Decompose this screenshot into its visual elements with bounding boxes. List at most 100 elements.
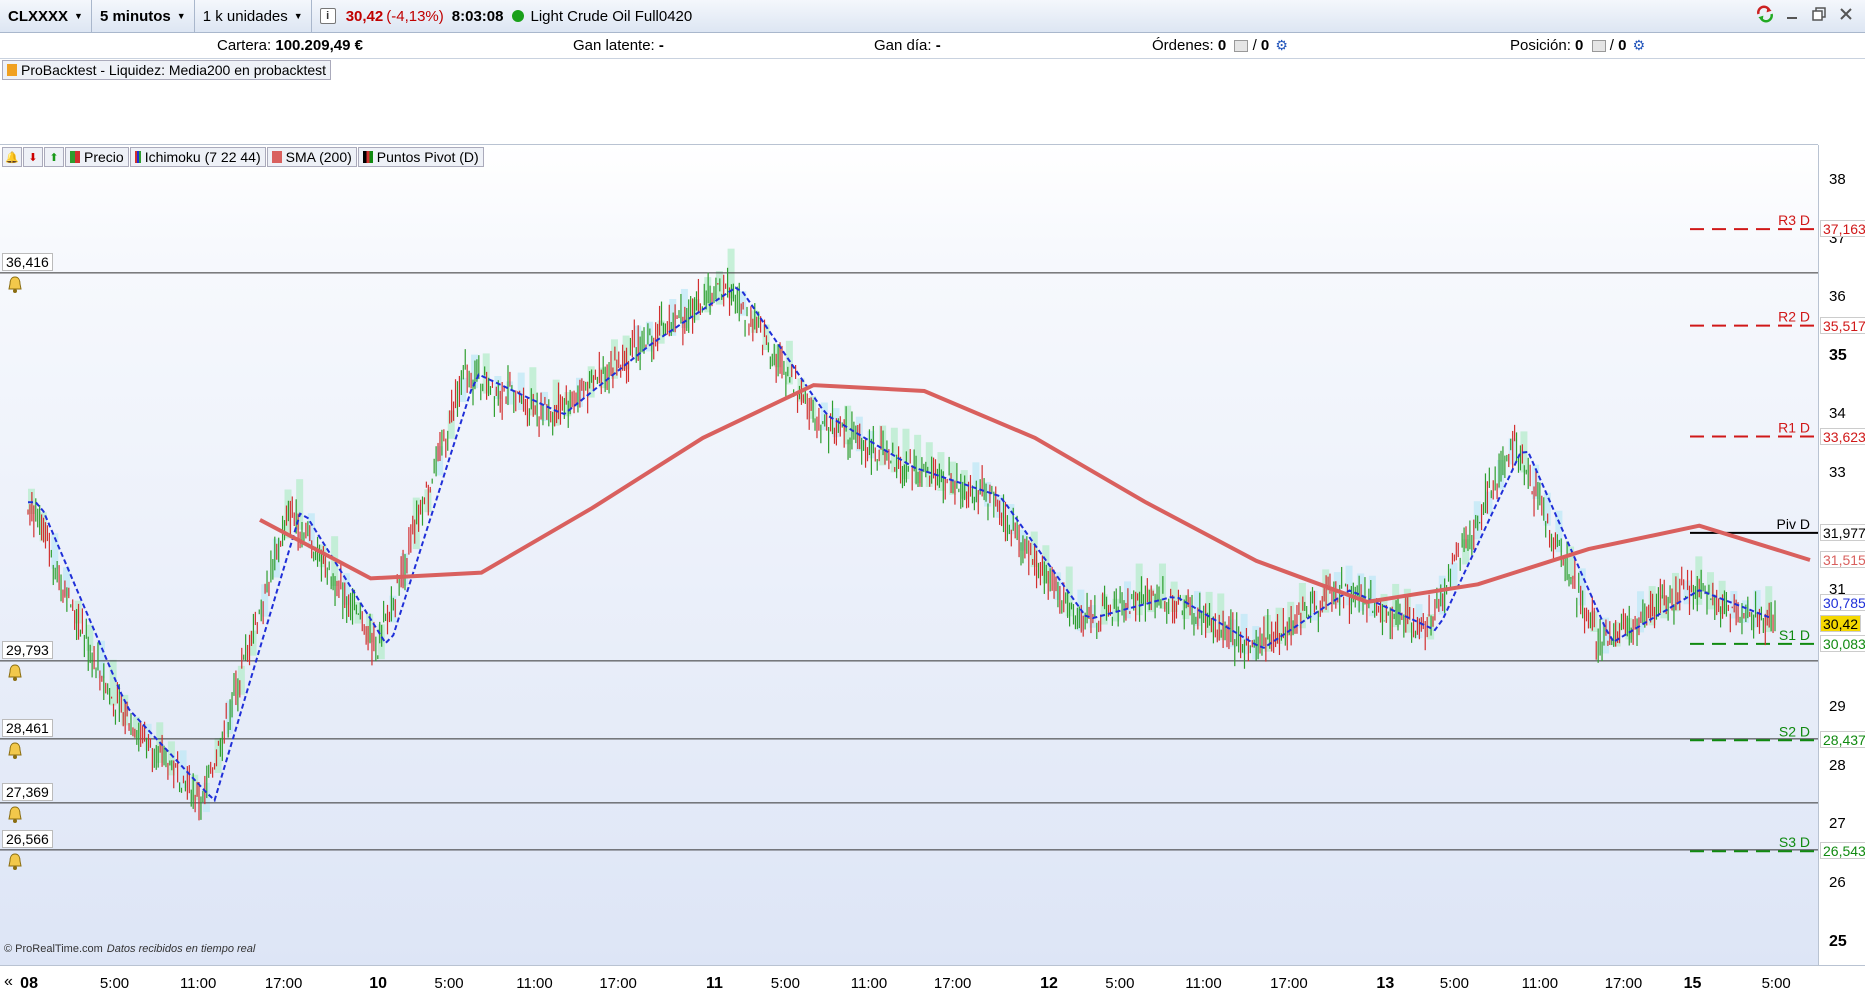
price-chart[interactable]: R3 D R2 D R1 D Piv D S1 D S2 D S3 D (0, 145, 1818, 965)
cartera: Cartera: 100.209,49 € (217, 37, 363, 54)
tenkan-value-box: 30,785 (1820, 593, 1865, 611)
time-tick-label: 5:00 (770, 975, 800, 992)
quote-info: i 30,42 (-4,13%) 8:03:08 Light Crude Oil… (312, 0, 701, 33)
bell-icon[interactable] (5, 852, 25, 872)
chevron-down-icon: ▼ (293, 11, 303, 21)
price-tick-label: 27 (1829, 815, 1846, 833)
posicion-label: Posición: (1510, 37, 1571, 54)
pivot-name-label: R2 D (1778, 309, 1810, 325)
pivot-name-label: Piv D (1777, 516, 1810, 532)
pivot-name-label: S3 D (1779, 834, 1810, 850)
orders-list-icon[interactable] (1234, 40, 1249, 53)
symbol-selector[interactable]: CLXXXX ▼ (0, 0, 92, 33)
close-icon[interactable] (1837, 4, 1855, 24)
pivot-value-box: 28,437 (1820, 731, 1865, 749)
time-tick-label: 17:00 (1604, 975, 1643, 992)
price-tick-label: 35 (1829, 346, 1847, 364)
cloud-segment (1567, 546, 1575, 579)
data-source-note: © ProRealTime.com Datos recibidos en tiem… (4, 943, 255, 955)
cloud-segment (237, 665, 245, 695)
chevron-down-icon: ▼ (74, 11, 83, 21)
gear-icon[interactable]: ⚙ (1633, 37, 1646, 53)
ordenes-label: Órdenes: (1152, 37, 1214, 54)
bell-icon[interactable] (5, 275, 25, 295)
sma-swatch-icon (271, 151, 282, 163)
time-tick-label: 17:00 (599, 975, 637, 992)
price-tick-label: 34 (1829, 405, 1846, 423)
price-tick-label: 28 (1829, 756, 1846, 774)
legend-sma-label: SMA (200) (285, 149, 352, 165)
time-tick-label: 17:00 (933, 975, 972, 992)
pivot-name-label: R3 D (1778, 212, 1810, 228)
brand-label: © ProRealTime.com (4, 943, 103, 955)
chart-legend: 🔔 ⬇ ⬆ Precio Ichimoku (7 22 44) SMA (200… (2, 147, 485, 167)
account-bar: Cartera: 100.209,49 € Gan latente: - Gan… (0, 33, 1865, 59)
pivot-value-box: 35,517 (1820, 316, 1865, 334)
arrow-down-icon[interactable]: ⬇ (23, 147, 43, 167)
timeframe-selector[interactable]: 5 minutos ▼ (92, 0, 195, 33)
time-tick-label: 08 (20, 975, 38, 992)
alert-value-label: 27,369 (2, 782, 53, 801)
ichimoku-swatch-icon (134, 151, 141, 163)
price-tick-label: 33 (1829, 464, 1846, 481)
bell-icon[interactable] (5, 805, 25, 825)
gear-icon[interactable]: ⚙ (1275, 37, 1288, 53)
units-label: 1 k unidades (202, 7, 288, 25)
legend-pivots[interactable]: Puntos Pivot (D) (357, 147, 484, 167)
time-tick-label: 11:00 (850, 975, 888, 992)
instrument-name: Light Crude Oil Full0420 (530, 7, 693, 25)
gan-dia: Gan día: - (874, 37, 941, 54)
legend-pivots-label: Puntos Pivot (D) (376, 149, 479, 165)
price-change: (-4,13%) (386, 7, 444, 25)
time-tick-label: 11:00 (516, 975, 553, 992)
gan-dia-label: Gan día: (874, 37, 932, 54)
pivot-value-box: 26,543 (1820, 842, 1865, 860)
posicion: Posición: 0 / 0 ⚙ (1510, 37, 1645, 54)
time-tick-label: 11:00 (1185, 975, 1222, 992)
market-open-icon (512, 10, 525, 22)
backtest-label-text: ProBacktest - Liquidez: Media200 en prob… (21, 62, 327, 78)
alert-value-label: 26,566 (2, 829, 53, 848)
realtime-note: Datos recibidos en tiempo real (106, 943, 256, 955)
bell-icon[interactable] (5, 663, 25, 683)
scroll-back-icon[interactable]: « (4, 973, 13, 991)
last-price-box: 30,42 (1820, 615, 1862, 633)
time-tick-label: 17:00 (1270, 975, 1308, 992)
bell-icon[interactable] (5, 741, 25, 761)
backtest-label[interactable]: ProBacktest - Liquidez: Media200 en prob… (2, 60, 332, 80)
time-axis[interactable]: « 08 5:00 11:00 17:00 10 5:00 11:00 17:00 11 5:00… (0, 965, 1865, 1000)
arrow-up-icon[interactable]: ⬆ (44, 147, 64, 167)
legend-precio[interactable]: Precio (65, 147, 129, 167)
refresh-icon[interactable] (1756, 4, 1774, 24)
info-icon[interactable]: i (319, 8, 336, 24)
bell-icon[interactable]: 🔔 (2, 147, 22, 167)
legend-ichimoku[interactable]: Ichimoku (7 22 44) (129, 147, 266, 167)
separator: / (1609, 37, 1614, 54)
last-price: 30,42 (345, 7, 384, 25)
gan-latente-label: Gan latente: (573, 37, 655, 54)
precio-swatch-icon (70, 151, 80, 163)
positions-list-icon[interactable] (1591, 40, 1606, 53)
ordenes: Órdenes: 0 / 0 ⚙ (1152, 37, 1288, 54)
pivot-name-label: R1 D (1778, 420, 1810, 436)
price-tick-label: 38 (1829, 171, 1846, 189)
chevron-down-icon: ▼ (176, 11, 186, 21)
restore-icon[interactable] (1810, 4, 1828, 24)
minimize-icon[interactable] (1783, 4, 1801, 24)
price-axis[interactable]: 38 37 36 35 34 33 31 29 28 27 26 25 37,163 35,517 33,6… (1818, 145, 1865, 965)
time-tick-label: 12 (1040, 975, 1058, 992)
ordenes-value: 0 (1217, 37, 1227, 54)
pivot-name-label: S2 D (1779, 723, 1810, 739)
alert-value-label: 36,416 (2, 252, 53, 271)
time-tick-label: 5:00 (99, 975, 130, 992)
cartera-label: Cartera: (217, 37, 272, 54)
legend-sma[interactable]: SMA (200) (266, 147, 357, 167)
time-tick-label: 10 (369, 975, 388, 992)
units-selector[interactable]: 1 k unidades ▼ (195, 0, 312, 33)
legend-precio-label: Precio (84, 149, 124, 165)
separator: / (1252, 37, 1257, 54)
time-tick-label: 5:00 (1105, 975, 1135, 992)
alert-value-label: 28,461 (2, 718, 53, 737)
chart-background (0, 145, 1818, 965)
quote-time: 8:03:08 (451, 7, 504, 25)
